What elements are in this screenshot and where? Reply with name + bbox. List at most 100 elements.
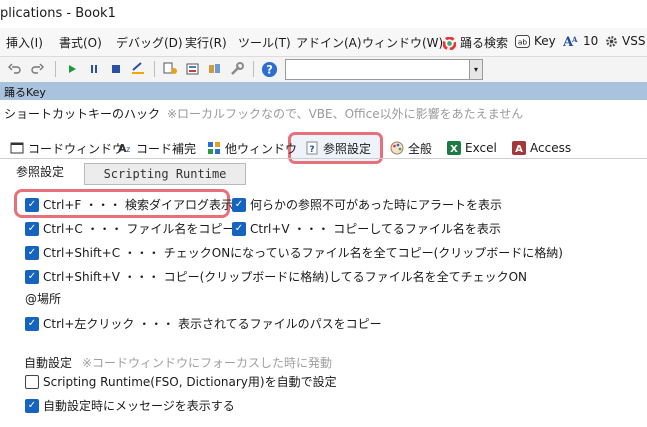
ab-icon: ab <box>515 35 530 51</box>
menu-odoru-search[interactable]: 踊る検索 <box>442 34 509 53</box>
stop-icon[interactable] <box>107 60 125 78</box>
check-icon: ✓ <box>232 197 246 212</box>
menu-key[interactable]: ab Key <box>515 34 556 51</box>
reference-label: 参照設定 <box>16 165 65 179</box>
tab-divider <box>0 158 647 159</box>
properties-icon[interactable] <box>184 60 202 78</box>
checkbox-label: Ctrl+V ・・・ コピーしてるファイル名を表示 <box>250 222 501 236</box>
menu-font-size-label: 10 <box>583 34 599 48</box>
toolbar-separator <box>55 61 56 77</box>
check-icon: ✓ <box>25 316 39 331</box>
redo-icon[interactable] <box>28 60 46 78</box>
checkbox-auto-scripting-runtime[interactable]: Scripting Runtime(FSO, Dictionary用)を自動で設… <box>25 373 337 390</box>
code-complete-icon: Az <box>118 141 132 155</box>
checkbox-label: Ctrl+左クリック ・・・ 表示されてるファイルのパスをコピー <box>43 317 382 331</box>
checkbox-label: Ctrl+C ・・・ ファイル名をコピー <box>43 222 235 236</box>
menu-debug[interactable]: デバッグ(D) <box>116 34 183 51</box>
tab-general[interactable]: 全般 <box>390 138 432 158</box>
reference-icon: ? <box>305 141 319 155</box>
menu-run[interactable]: 実行(R) <box>185 34 227 51</box>
check-icon: ✓ <box>232 221 246 236</box>
menu-addins[interactable]: アドイン(A) <box>296 34 362 51</box>
menu-vss[interactable]: VSS <box>605 34 645 51</box>
svg-text:A: A <box>515 144 523 155</box>
checkbox-ctrl-v[interactable]: ✓ Ctrl+V ・・・ コピーしてるファイル名を表示 <box>232 220 501 237</box>
tab-label: 参照設定 <box>323 141 372 156</box>
svg-text:X: X <box>450 144 458 155</box>
window-title: plications - Book1 <box>0 6 116 21</box>
menu-format[interactable]: 書式(O) <box>59 34 102 51</box>
scripting-runtime-button[interactable]: Scripting Runtime <box>84 163 246 185</box>
checkbox-auto-show-message[interactable]: ✓ 自動設定時にメッセージを表示する <box>25 397 235 414</box>
tab-label: Excel <box>465 141 497 155</box>
tab-reference-settings[interactable]: ? 参照設定 <box>305 138 371 158</box>
menu-tools[interactable]: ツール(T) <box>238 34 291 51</box>
toolbar-separator <box>154 61 155 77</box>
tab-other-windows[interactable]: 他ウィンドウ <box>207 138 297 158</box>
color-wheel-icon <box>442 36 457 53</box>
checkbox-label: Ctrl+F ・・・ 検索ダイアログ表示 <box>43 198 233 212</box>
toolbox-icon[interactable] <box>228 60 246 78</box>
help-icon[interactable]: ? <box>260 60 278 78</box>
checkbox-label: 自動設定時にメッセージを表示する <box>43 399 235 413</box>
pause-icon[interactable] <box>85 60 103 78</box>
tab-label: コードウィンドウ <box>28 141 125 156</box>
checkbox-ctrl-shift-v[interactable]: ✓ Ctrl+Shift+V ・・・ コピー(クリップボードに格納)してるファイル… <box>25 268 527 285</box>
font-size-icon: AA <box>562 34 579 51</box>
access-icon: A <box>512 141 526 155</box>
svg-text:ab: ab <box>518 37 528 46</box>
excel-icon: X <box>447 141 461 155</box>
svg-text:z: z <box>126 145 130 154</box>
check-icon: ✓ <box>25 197 39 212</box>
panel-title-bar: 踊るKey <box>0 82 647 100</box>
checkbox-ctrl-f[interactable]: ✓ Ctrl+F ・・・ 検索ダイアログ表示 <box>25 196 233 213</box>
check-icon: ✓ <box>25 245 39 260</box>
auto-settings-note: ※コードウィンドウにフォーカスした時に発動 <box>82 356 333 370</box>
menu-odoru-search-label: 踊る検索 <box>460 36 509 50</box>
checkbox-label: Scripting Runtime(FSO, Dictionary用)を自動で設… <box>43 375 337 389</box>
tab-excel[interactable]: X Excel <box>447 138 497 158</box>
palette-icon <box>390 141 404 155</box>
checkbox-empty <box>25 374 39 389</box>
menu-insert[interactable]: 挿入(I) <box>6 34 43 51</box>
toolbar: ? ▾ <box>0 57 647 83</box>
object-browser-icon[interactable] <box>206 60 224 78</box>
project-explorer-icon[interactable] <box>162 60 180 78</box>
checkbox-ctrl-left-click[interactable]: ✓ Ctrl+左クリック ・・・ 表示されてるファイルのパスをコピー <box>25 315 382 332</box>
checkbox-label: Ctrl+Shift+C ・・・ チェックONになっているファイル名を全てコピー… <box>43 246 563 260</box>
tab-label: Access <box>530 141 572 155</box>
auto-settings-label: 自動設定 <box>24 356 73 370</box>
undo-icon[interactable] <box>6 60 24 78</box>
toolbar-combo[interactable]: ▾ <box>285 59 483 80</box>
tab-label: 他ウィンドウ <box>225 141 298 156</box>
hook-label: ショートカットキーのハック <box>4 107 161 121</box>
menu-font-size[interactable]: AA 10 <box>562 34 599 51</box>
menu-bar: 挿入(I) 書式(O) デバッグ(D) 実行(R) ツール(T) アドイン(A)… <box>0 28 647 57</box>
checkbox-ctrl-shift-c[interactable]: ✓ Ctrl+Shift+C ・・・ チェックONになっているファイル名を全てコピ… <box>25 244 563 261</box>
run-icon[interactable] <box>63 60 81 78</box>
chevron-down-icon[interactable]: ▾ <box>469 60 482 79</box>
menu-key-label: Key <box>534 34 556 48</box>
checkbox-alert-on-missing-ref[interactable]: ✓ 何らかの参照不可があった時にアラートを表示 <box>232 196 502 213</box>
title-bar: plications - Book1 <box>0 0 647 28</box>
tab-label: 全般 <box>408 141 433 156</box>
check-icon: ✓ <box>25 269 39 284</box>
gear-icon <box>605 35 618 51</box>
code-window-icon <box>10 141 24 155</box>
tab-code-window[interactable]: コードウィンドウ <box>10 138 124 158</box>
place-label: @場所 <box>25 292 62 306</box>
menu-window[interactable]: ウィンドウ(W) <box>362 34 443 51</box>
design-mode-icon[interactable] <box>129 60 147 78</box>
check-icon: ✓ <box>25 398 39 413</box>
tab-code-complete[interactable]: Az コード補完 <box>118 138 196 158</box>
check-icon: ✓ <box>25 221 39 236</box>
checkbox-label: Ctrl+Shift+V ・・・ コピー(クリップボードに格納)してるファイル名… <box>43 270 528 284</box>
tab-access[interactable]: A Access <box>512 138 571 158</box>
checkbox-label: 何らかの参照不可があった時にアラートを表示 <box>250 198 503 212</box>
tab-label: コード補完 <box>136 141 197 156</box>
toolbar-separator <box>253 61 254 77</box>
svg-text:?: ? <box>266 62 273 76</box>
menu-vss-label: VSS <box>622 34 646 48</box>
windows-grid-icon <box>207 141 221 155</box>
checkbox-ctrl-c[interactable]: ✓ Ctrl+C ・・・ ファイル名をコピー <box>25 220 234 237</box>
